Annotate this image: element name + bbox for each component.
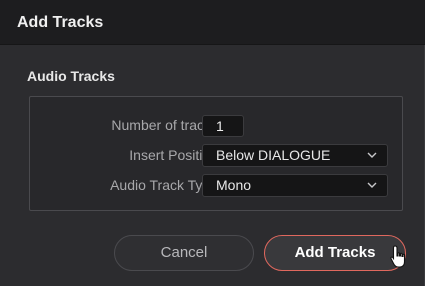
add-tracks-button[interactable]: Add Tracks bbox=[264, 235, 406, 271]
insert-position-label: Insert Position bbox=[129, 147, 218, 163]
insert-position-select[interactable]: Below DIALOGUE bbox=[202, 144, 388, 167]
cursor-pointer-icon bbox=[390, 245, 406, 268]
audio-tracks-group: Number of tracks 1 Insert Position Below… bbox=[29, 96, 403, 211]
number-of-tracks-label: Number of tracks bbox=[111, 117, 218, 133]
chevron-down-icon bbox=[367, 182, 377, 188]
dialog-title: Add Tracks bbox=[17, 14, 104, 31]
insert-position-value: Below DIALOGUE bbox=[216, 147, 331, 163]
number-of-tracks-field[interactable]: 1 bbox=[202, 115, 244, 137]
chevron-down-icon bbox=[367, 152, 377, 158]
audio-track-type-select[interactable]: Mono bbox=[202, 174, 388, 197]
dialog-titlebar: Add Tracks bbox=[0, 0, 425, 45]
add-tracks-dialog: Add Tracks Audio Tracks Number of tracks… bbox=[0, 0, 425, 286]
section-title: Audio Tracks bbox=[27, 68, 115, 84]
audio-track-type-value: Mono bbox=[216, 177, 252, 193]
audio-track-type-label: Audio Track Type bbox=[110, 177, 218, 193]
cancel-button[interactable]: Cancel bbox=[114, 235, 254, 271]
